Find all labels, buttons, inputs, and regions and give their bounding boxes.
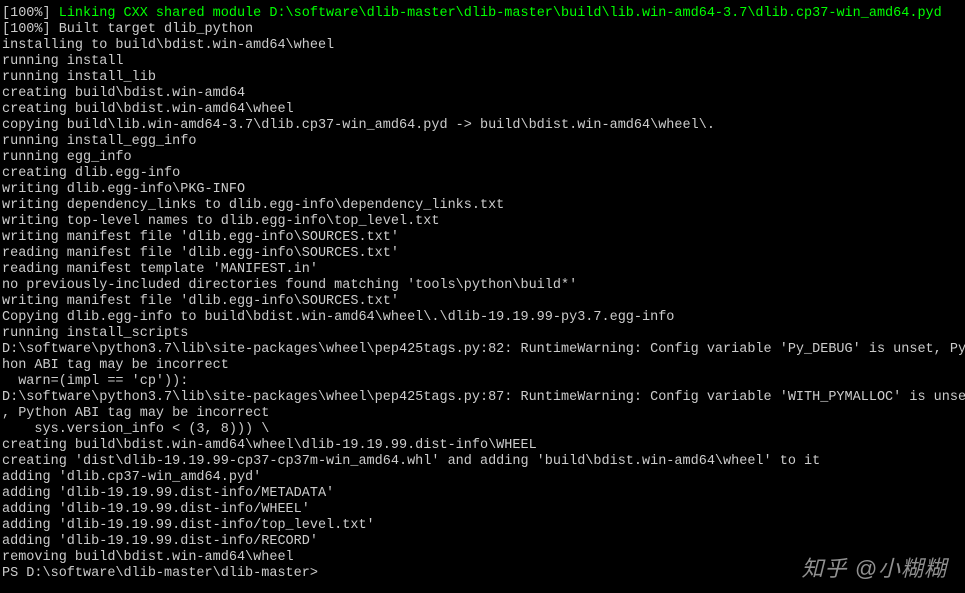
terminal-line: running install_egg_info [2,134,963,150]
terminal-text-segment: Linking CXX shared module D:\software\dl… [59,6,942,21]
terminal-line: , Python ABI tag may be incorrect [2,406,963,422]
terminal-text-segment: creating build\bdist.win-amd64\wheel [2,102,294,117]
terminal-text-segment: adding 'dlib-19.19.99.dist-info/METADATA… [2,486,334,501]
terminal-line: warn=(impl == 'cp')): [2,374,963,390]
terminal-text-segment: running install_scripts [2,326,188,341]
terminal-text-segment: warn=(impl == 'cp')): [2,374,188,389]
terminal-text-segment: reading manifest template 'MANIFEST.in' [2,262,318,277]
watermark-text: 知乎 @小糊糊 [802,561,947,577]
terminal-text-segment: sys.version_info < (3, 8))) \ [2,422,269,437]
terminal-line: adding 'dlib-19.19.99.dist-info/RECORD' [2,534,963,550]
terminal-line: reading manifest file 'dlib.egg-info\SOU… [2,246,963,262]
terminal-text-segment: writing top-level names to dlib.egg-info… [2,214,439,229]
terminal-line: running install_lib [2,70,963,86]
terminal-line: reading manifest template 'MANIFEST.in' [2,262,963,278]
terminal-line: Copying dlib.egg-info to build\bdist.win… [2,310,963,326]
terminal-text-segment: adding 'dlib-19.19.99.dist-info/WHEEL' [2,502,310,517]
terminal-text-segment: writing dependency_links to dlib.egg-inf… [2,198,504,213]
terminal-line: writing dependency_links to dlib.egg-inf… [2,198,963,214]
terminal-text-segment: , Python ABI tag may be incorrect [2,406,269,421]
terminal-line: [100%] Linking CXX shared module D:\soft… [2,6,963,22]
terminal-line: adding 'dlib-19.19.99.dist-info/WHEEL' [2,502,963,518]
terminal-line: writing manifest file 'dlib.egg-info\SOU… [2,294,963,310]
terminal-line: creating build\bdist.win-amd64\wheel\dli… [2,438,963,454]
terminal-text-segment: writing manifest file 'dlib.egg-info\SOU… [2,294,399,309]
terminal-text-segment: Copying dlib.egg-info to build\bdist.win… [2,310,674,325]
terminal-line: creating build\bdist.win-amd64 [2,86,963,102]
terminal-text-segment: adding 'dlib-19.19.99.dist-info/top_leve… [2,518,375,533]
terminal-line: D:\software\python3.7\lib\site-packages\… [2,390,963,406]
terminal-text-segment: creating 'dist\dlib-19.19.99-cp37-cp37m-… [2,454,820,469]
terminal-text-segment: PS D:\software\dlib-master\dlib-master> [2,566,318,581]
terminal-line: running install_scripts [2,326,963,342]
terminal-text-segment: removing build\bdist.win-amd64\wheel [2,550,294,565]
terminal-text-segment: creating build\bdist.win-amd64\wheel\dli… [2,438,537,453]
terminal-line: writing top-level names to dlib.egg-info… [2,214,963,230]
terminal-line: running install [2,54,963,70]
terminal-line: writing manifest file 'dlib.egg-info\SOU… [2,230,963,246]
terminal-text-segment: [100%] Built target dlib_python [2,22,253,37]
terminal-text-segment: D:\software\python3.7\lib\site-packages\… [2,390,965,405]
terminal-text-segment: creating build\bdist.win-amd64 [2,86,245,101]
terminal-text-segment: writing dlib.egg-info\PKG-INFO [2,182,245,197]
terminal-line: adding 'dlib.cp37-win_amd64.pyd' [2,470,963,486]
terminal-text-segment: running egg_info [2,150,132,165]
terminal-line: copying build\lib.win-amd64-3.7\dlib.cp3… [2,118,963,134]
terminal-text-segment: running install_egg_info [2,134,196,149]
terminal-text-segment: adding 'dlib.cp37-win_amd64.pyd' [2,470,261,485]
terminal-line: adding 'dlib-19.19.99.dist-info/top_leve… [2,518,963,534]
terminal-text-segment: running install_lib [2,70,156,85]
terminal-line: installing to build\bdist.win-amd64\whee… [2,38,963,54]
terminal-line: running egg_info [2,150,963,166]
terminal-text-segment: running install [2,54,124,69]
terminal-line: D:\software\python3.7\lib\site-packages\… [2,342,963,358]
terminal-line: adding 'dlib-19.19.99.dist-info/METADATA… [2,486,963,502]
terminal-output[interactable]: [100%] Linking CXX shared module D:\soft… [0,0,965,584]
terminal-text-segment: creating dlib.egg-info [2,166,180,181]
terminal-line: [100%] Built target dlib_python [2,22,963,38]
terminal-text-segment: reading manifest file 'dlib.egg-info\SOU… [2,246,399,261]
terminal-line: hon ABI tag may be incorrect [2,358,963,374]
terminal-line: creating 'dist\dlib-19.19.99-cp37-cp37m-… [2,454,963,470]
terminal-text-segment: writing manifest file 'dlib.egg-info\SOU… [2,230,399,245]
terminal-line: creating build\bdist.win-amd64\wheel [2,102,963,118]
terminal-line: creating dlib.egg-info [2,166,963,182]
terminal-text-segment: hon ABI tag may be incorrect [2,358,229,373]
terminal-line: writing dlib.egg-info\PKG-INFO [2,182,963,198]
terminal-text-segment: copying build\lib.win-amd64-3.7\dlib.cp3… [2,118,715,133]
terminal-text-segment: [100%] [2,6,59,21]
terminal-line: no previously-included directories found… [2,278,963,294]
terminal-text-segment: adding 'dlib-19.19.99.dist-info/RECORD' [2,534,318,549]
terminal-text-segment: D:\software\python3.7\lib\site-packages\… [2,342,965,357]
terminal-text-segment: no previously-included directories found… [2,278,577,293]
terminal-text-segment: installing to build\bdist.win-amd64\whee… [2,38,334,53]
terminal-line: sys.version_info < (3, 8))) \ [2,422,963,438]
